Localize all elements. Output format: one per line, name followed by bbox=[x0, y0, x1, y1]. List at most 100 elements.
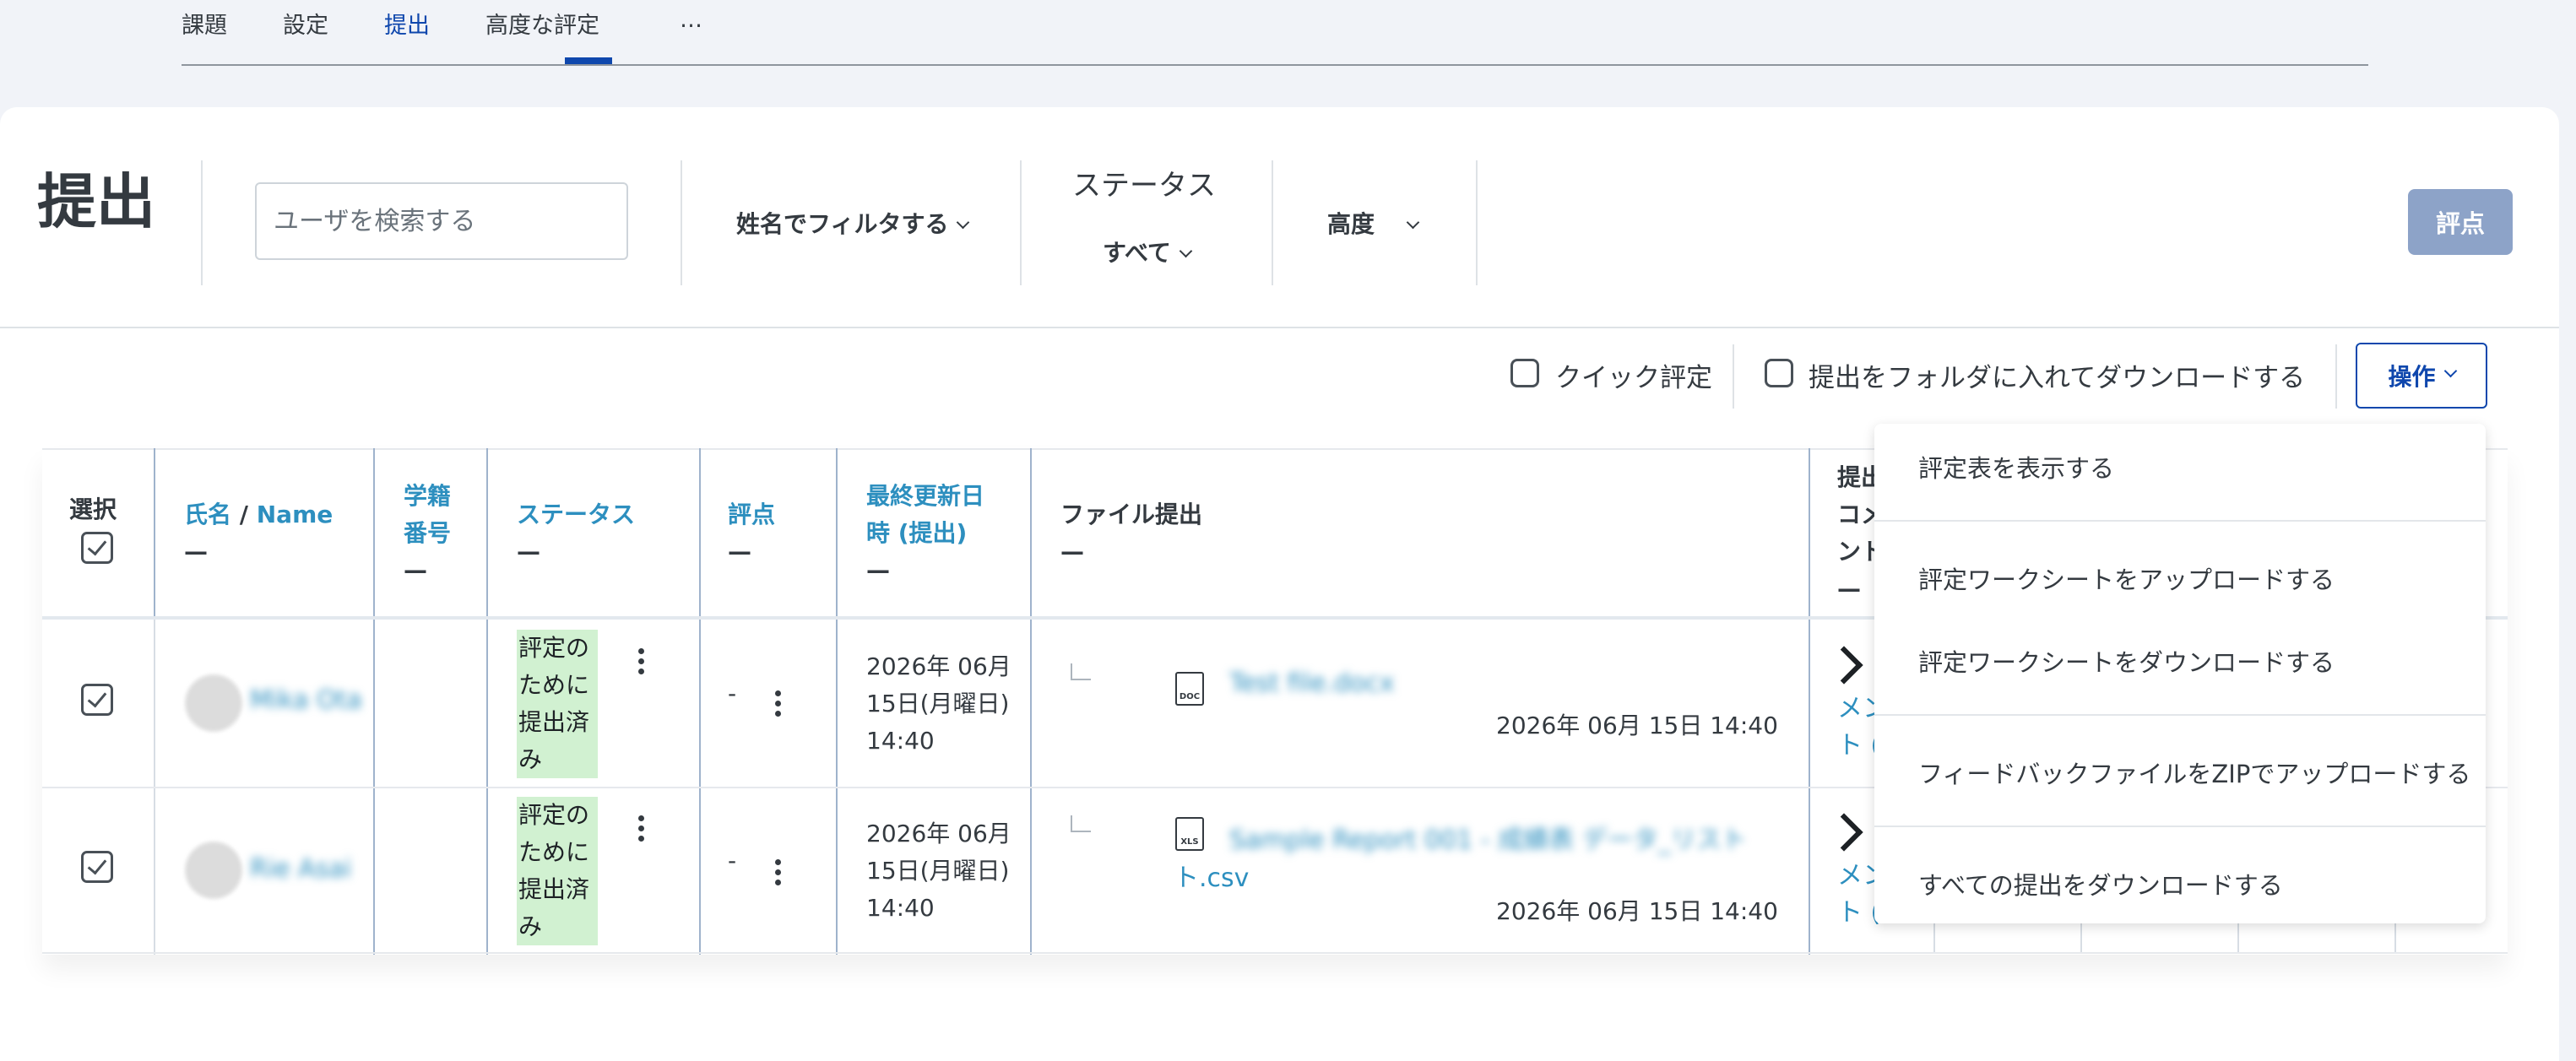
status-badge: 評定の ために 提出済 み bbox=[517, 630, 598, 778]
menu-divider bbox=[1874, 714, 2486, 716]
status-line: 提出済 bbox=[518, 708, 590, 736]
status-line: 評定の bbox=[518, 801, 590, 829]
grade-button[interactable]: 評点 bbox=[2408, 189, 2513, 255]
menu-item-upload-grading-worksheet[interactable]: 評定ワークシートをアップロードする bbox=[1918, 560, 2335, 596]
row-select-checkbox[interactable] bbox=[81, 684, 113, 716]
grade-value: - bbox=[728, 847, 737, 874]
header-sort-dash: — bbox=[866, 556, 890, 584]
modified-line: 14:40 bbox=[866, 727, 935, 755]
column-divider bbox=[486, 448, 488, 955]
header-name-first[interactable]: 氏名 bbox=[184, 501, 231, 528]
table-bottom-border bbox=[42, 952, 2508, 954]
tab-submissions[interactable]: 提出 bbox=[384, 7, 430, 40]
header-grade[interactable]: 評点 — bbox=[728, 496, 775, 571]
column-divider bbox=[699, 448, 701, 955]
file-link[interactable]: Sample Report 001 - 成績表 データ_リスト bbox=[1229, 819, 1747, 856]
tab-assignment[interactable]: 課題 bbox=[182, 7, 227, 40]
user-name-link[interactable]: Rie Asai bbox=[250, 854, 351, 884]
tab-more[interactable]: … bbox=[680, 7, 702, 33]
grade-value: - bbox=[728, 679, 737, 707]
column-divider bbox=[836, 448, 838, 955]
active-tab-indicator bbox=[565, 57, 612, 64]
grade-menu-kebab-icon[interactable] bbox=[775, 859, 782, 890]
header-name-second[interactable]: Name bbox=[257, 501, 334, 528]
quick-grading-checkbox[interactable] bbox=[1510, 359, 1539, 387]
header-select: 選択 bbox=[69, 491, 117, 528]
header-sort-dash: — bbox=[1060, 538, 1084, 566]
header-sort-dash: — bbox=[728, 538, 751, 566]
header-status[interactable]: ステータス — bbox=[517, 496, 635, 571]
tab-advanced-grading[interactable]: 高度な評定 bbox=[485, 7, 599, 40]
file-tree-branch bbox=[1071, 663, 1091, 680]
header-status-label: ステータス bbox=[517, 501, 636, 528]
select-all-checkbox[interactable] bbox=[81, 532, 113, 564]
spreadsheet-file-icon: XLS bbox=[1175, 817, 1204, 851]
last-modified: 2026年 06月 15日(月曜日) 14:40 bbox=[866, 648, 1011, 760]
page-title: 提出 bbox=[37, 167, 155, 236]
name-filter-label: 姓名でフィルタする bbox=[736, 210, 949, 238]
header-select-label: 選択 bbox=[69, 495, 117, 523]
header-file-submissions: ファイル提出 — bbox=[1060, 496, 1202, 571]
menu-item-download-grading-worksheet[interactable]: 評定ワークシートをダウンロードする bbox=[1918, 643, 2335, 679]
divider bbox=[681, 160, 682, 285]
header-grade-label: 評点 bbox=[728, 501, 776, 528]
divider bbox=[201, 160, 203, 285]
divider bbox=[1733, 344, 1734, 409]
menu-item-upload-feedback-zip[interactable]: フィードバックファイルをZIPでアップロードする bbox=[1918, 755, 2470, 790]
file-timestamp: 2026年 06月 15日 14:40 bbox=[1496, 897, 1778, 925]
grade-menu-kebab-icon[interactable] bbox=[775, 690, 782, 721]
actions-label: 操作 bbox=[2388, 363, 2436, 391]
column-divider bbox=[1030, 448, 1032, 955]
modified-line: 15日(月曜日) bbox=[866, 690, 1010, 717]
user-search-input[interactable] bbox=[255, 182, 628, 260]
chevron-down-icon bbox=[957, 215, 970, 230]
advanced-filter-dropdown[interactable]: 高度 bbox=[1327, 206, 1420, 240]
divider bbox=[1272, 160, 1273, 285]
menu-divider bbox=[1874, 826, 2486, 827]
status-line: み bbox=[518, 912, 543, 940]
file-tree-branch bbox=[1071, 815, 1091, 832]
document-file-icon: DOC bbox=[1175, 672, 1204, 706]
status-line: ために bbox=[518, 838, 590, 866]
header-last-modified[interactable]: 最終更新日 時 (提出) — bbox=[866, 478, 984, 589]
header-name[interactable]: 氏名 / Name — bbox=[184, 496, 333, 571]
actions-dropdown-menu: 評定表を表示する 評定ワークシートをアップロードする 評定ワークシートをダウンロ… bbox=[1874, 424, 2486, 923]
chevron-down-icon bbox=[1179, 244, 1193, 258]
header-idnumber[interactable]: 学籍 番号 — bbox=[404, 478, 451, 589]
file-timestamp: 2026年 06月 15日 14:40 bbox=[1496, 712, 1778, 739]
status-filter-dropdown[interactable]: すべて bbox=[1103, 235, 1193, 268]
divider bbox=[1020, 160, 1022, 285]
header-sort-dash: — bbox=[184, 538, 208, 566]
modified-line: 14:40 bbox=[866, 894, 935, 922]
status-line: 提出済 bbox=[518, 875, 590, 903]
status-line: 評定の bbox=[518, 634, 590, 662]
file-link[interactable]: Test file.docx bbox=[1229, 669, 1394, 698]
avatar[interactable] bbox=[184, 674, 243, 733]
advanced-filter-label: 高度 bbox=[1327, 210, 1375, 238]
row-actions-kebab-icon[interactable] bbox=[638, 648, 645, 679]
row-select-checkbox[interactable] bbox=[81, 851, 113, 883]
header-modified-line1: 最終更新日 bbox=[866, 482, 985, 510]
tab-settings[interactable]: 設定 bbox=[283, 7, 328, 40]
column-divider bbox=[154, 448, 155, 617]
download-folders-label: 提出をフォルダに入れてダウンロードする bbox=[1809, 363, 2306, 393]
status-badge: 評定の ために 提出済 み bbox=[517, 797, 598, 945]
header-idnumber-line1: 学籍 bbox=[404, 482, 452, 510]
name-filter-dropdown[interactable]: 姓名でフィルタする bbox=[736, 206, 970, 240]
actions-button[interactable]: 操作 bbox=[2356, 343, 2487, 409]
quick-grading-label: クイック評定 bbox=[1555, 363, 1712, 393]
secondary-navigation: 課題 設定 提出 高度な評定 … bbox=[182, 0, 2368, 66]
modified-line: 2026年 06月 bbox=[866, 820, 1011, 847]
row-actions-kebab-icon[interactable] bbox=[638, 815, 645, 846]
menu-item-download-all-submissions[interactable]: すべての提出をダウンロードする bbox=[1918, 866, 2283, 901]
last-modified: 2026年 06月 15日(月曜日) 14:40 bbox=[866, 815, 1011, 927]
download-folders-checkbox[interactable] bbox=[1765, 359, 1793, 387]
user-name-link[interactable]: Mika Ota bbox=[250, 685, 362, 715]
file-type-label: DOC bbox=[1179, 692, 1201, 701]
header-divider bbox=[0, 327, 2559, 328]
file-link-continuation[interactable]: ト.csv bbox=[1174, 857, 1249, 894]
chevron-down-icon bbox=[1406, 215, 1420, 230]
header-files-label: ファイル提出 bbox=[1060, 501, 1203, 528]
menu-item-view-gradebook[interactable]: 評定表を表示する bbox=[1918, 449, 2114, 484]
avatar[interactable] bbox=[184, 841, 243, 900]
